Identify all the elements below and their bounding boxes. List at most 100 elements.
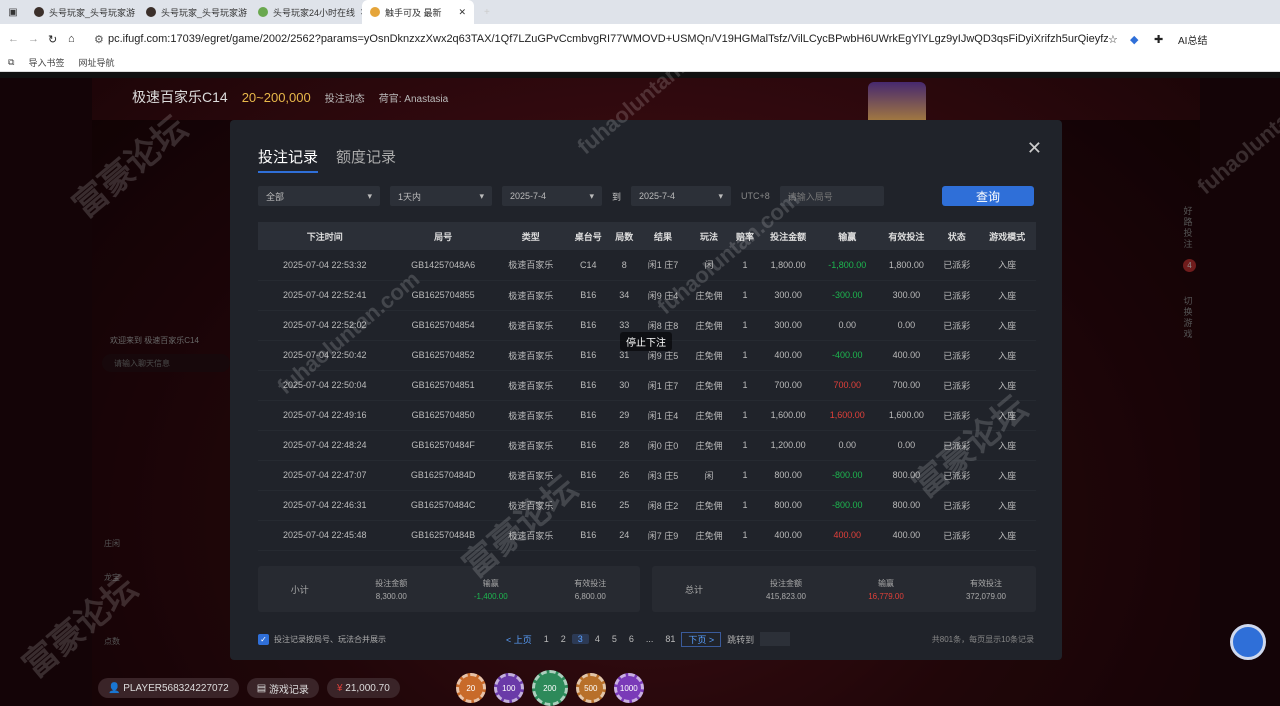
browser-tab[interactable]: 触手可及 最新 ✕ <box>362 0 474 24</box>
table-cell: 已派彩 <box>935 250 979 281</box>
page-number[interactable]: 1 <box>538 634 555 644</box>
column-header: 输赢 <box>816 222 878 250</box>
table-cell: 闲3 庄5 <box>638 460 688 491</box>
table-cell: B16 <box>566 460 610 491</box>
chip-200[interactable]: 200 <box>531 670 568 706</box>
back-icon[interactable]: ← <box>8 33 28 45</box>
notice-text[interactable]: 投注动态 <box>325 90 365 105</box>
browser-tab[interactable]: 头号玩家_头号玩家游✕ <box>138 0 250 24</box>
bookmark-import[interactable]: 导入书签 <box>28 56 64 69</box>
date-from-select[interactable]: 2025-7-4 ▾ <box>502 186 602 206</box>
tab-groups-icon[interactable]: ▣ <box>0 7 26 18</box>
reload-icon[interactable]: ↻ <box>48 33 68 46</box>
chip-20[interactable]: 20 <box>455 673 486 703</box>
table-cell: GB1625704850 <box>391 400 495 431</box>
browser-tab[interactable]: 头号玩家_头号玩家游✕ <box>26 0 138 24</box>
table-cell: 25 <box>609 490 639 521</box>
close-icon[interactable]: ✕ <box>1027 138 1042 159</box>
table-cell: 1 <box>730 310 760 341</box>
prev-page[interactable]: < 上页 <box>500 633 538 646</box>
page-number[interactable]: 5 <box>606 634 623 644</box>
chip-500[interactable]: 500 <box>575 673 606 703</box>
puzzle-icon[interactable]: ✚ <box>1154 33 1178 46</box>
page-number[interactable]: 6 <box>623 634 640 644</box>
home-icon[interactable]: ⌂ <box>68 33 94 45</box>
bet-records-table: 下注时间 局号 类型 桌台号 局数 结果 玩法 赔率 投注金额 输赢 有效投注 状态 游戏模式 2025… <box>258 222 1036 551</box>
bookmark-star-icon[interactable]: ☆ <box>1108 33 1130 46</box>
tab-bet-records[interactable]: 投注记录 <box>258 146 319 173</box>
favicon-icon <box>258 7 268 17</box>
table-row[interactable]: 2025-07-04 22:53:32 GB14257048A6 极速百家乐 C14 8… <box>258 250 1036 281</box>
table-cell: -1,800.00 <box>816 250 878 281</box>
merge-checkbox[interactable]: ✓ <box>258 633 269 645</box>
table-cell: 入座 <box>978 280 1036 311</box>
browser-tab[interactable]: 头号玩家24小时在线✕ <box>250 0 362 24</box>
next-page[interactable]: 下页 > <box>681 631 722 647</box>
page-number[interactable]: ... <box>640 634 660 644</box>
new-tab-icon[interactable]: + <box>474 7 500 18</box>
copy-icon[interactable]: ⧉ <box>8 57 14 68</box>
mic-button[interactable] <box>1230 624 1266 660</box>
table-cell: 闲8 庄2 <box>638 490 688 521</box>
table-cell: GB1625704854 <box>391 310 495 341</box>
goto-input[interactable] <box>760 632 791 646</box>
ai-summary-button[interactable]: AI总结 <box>1178 32 1226 47</box>
table-cell: 闲 <box>687 460 731 491</box>
table-cell: 800.00 <box>759 460 817 491</box>
table-cell: 1,600.00 <box>759 400 817 431</box>
tab-close-icon[interactable]: ✕ <box>458 7 466 18</box>
chip-1000[interactable]: 1000 <box>613 673 644 703</box>
table-cell: 已派彩 <box>935 310 979 341</box>
table-cell: 28 <box>609 430 639 461</box>
table-row[interactable]: 2025-07-04 22:45:48 GB162570484B 极速百家乐 B16 2… <box>258 520 1036 551</box>
forward-icon[interactable]: → <box>28 33 48 45</box>
page-number[interactable]: 2 <box>555 634 572 644</box>
chip-100[interactable]: 100 <box>493 673 524 703</box>
table-cell: 700.00 <box>877 370 936 401</box>
table-cell: 入座 <box>978 310 1036 341</box>
table-cell: 2025-07-04 22:50:42 <box>258 340 392 371</box>
table-row[interactable]: 2025-07-04 22:50:04 GB1625704851 极速百家乐 B16 3… <box>258 370 1036 401</box>
bookmark-nav[interactable]: 网址导航 <box>78 56 114 69</box>
table-cell: -400.00 <box>816 340 878 371</box>
table-cell: B16 <box>566 430 610 461</box>
table-cell: 入座 <box>978 340 1036 371</box>
tab-quota-records[interactable]: 额度记录 <box>336 146 396 173</box>
table-cell: GB14257048A6 <box>391 250 495 281</box>
column-header: 玩法 <box>687 222 731 250</box>
type-select[interactable]: 全部 ▾ <box>258 186 380 206</box>
table-cell: 800.00 <box>877 460 936 491</box>
table-cell: 2025-07-04 22:52:41 <box>258 280 392 311</box>
table-cell: 闲9 庄4 <box>638 280 688 311</box>
table-row[interactable]: 2025-07-04 22:48:24 GB162570484F 极速百家乐 B16 2… <box>258 430 1036 461</box>
table-row[interactable]: 2025-07-04 22:47:07 GB162570484D 极速百家乐 B16 2… <box>258 460 1036 491</box>
record-icon: ▤ <box>256 682 269 694</box>
table-cell: 入座 <box>978 430 1036 461</box>
table-cell: C14 <box>566 250 610 281</box>
table-cell: 入座 <box>978 460 1036 491</box>
table-row[interactable]: 2025-07-04 22:52:41 GB1625704855 极速百家乐 B16 3… <box>258 280 1036 311</box>
table-cell: 300.00 <box>877 280 936 311</box>
table-cell: 极速百家乐 <box>494 340 567 371</box>
extension-icon[interactable]: ◆ <box>1130 33 1154 46</box>
table-row[interactable]: 2025-07-04 22:46:31 GB162570484C 极速百家乐 B16 2… <box>258 490 1036 521</box>
period-select[interactable]: 1天内 ▾ <box>390 186 492 206</box>
caret-down-icon: ▾ <box>479 190 484 201</box>
table-row[interactable]: 2025-07-04 22:49:16 GB1625704850 极速百家乐 B16 2… <box>258 400 1036 431</box>
site-info-icon[interactable]: ⚙ <box>94 33 108 46</box>
favicon-icon <box>370 7 380 17</box>
query-button[interactable]: 查询 <box>942 186 1034 206</box>
table-cell: 2025-07-04 22:45:48 <box>258 520 392 551</box>
game-record-button[interactable]: ▤ 游戏记录 <box>246 678 319 698</box>
url-text[interactable]: pc.ifugf.com:17039/egret/game/2002/2562?… <box>108 33 1108 45</box>
page-number[interactable]: 81 <box>659 634 681 644</box>
table-no-input[interactable]: 请输入局号 <box>779 186 884 206</box>
page-number[interactable]: 3 <box>571 634 589 644</box>
bottom-bar: 👤 PLAYER568324227072 ▤ 游戏记录 ¥ 21,000.70 … <box>92 670 1200 706</box>
page-number[interactable]: 4 <box>589 634 606 644</box>
tab-label: 触手可及 最新 <box>385 7 442 18</box>
bet-range: 20~200,000 <box>241 89 311 105</box>
date-to-select[interactable]: 2025-7-4 ▾ <box>631 186 732 206</box>
table-cell: 34 <box>609 280 639 311</box>
count-info: 共801条，每页显示10条记录 <box>931 634 1034 644</box>
